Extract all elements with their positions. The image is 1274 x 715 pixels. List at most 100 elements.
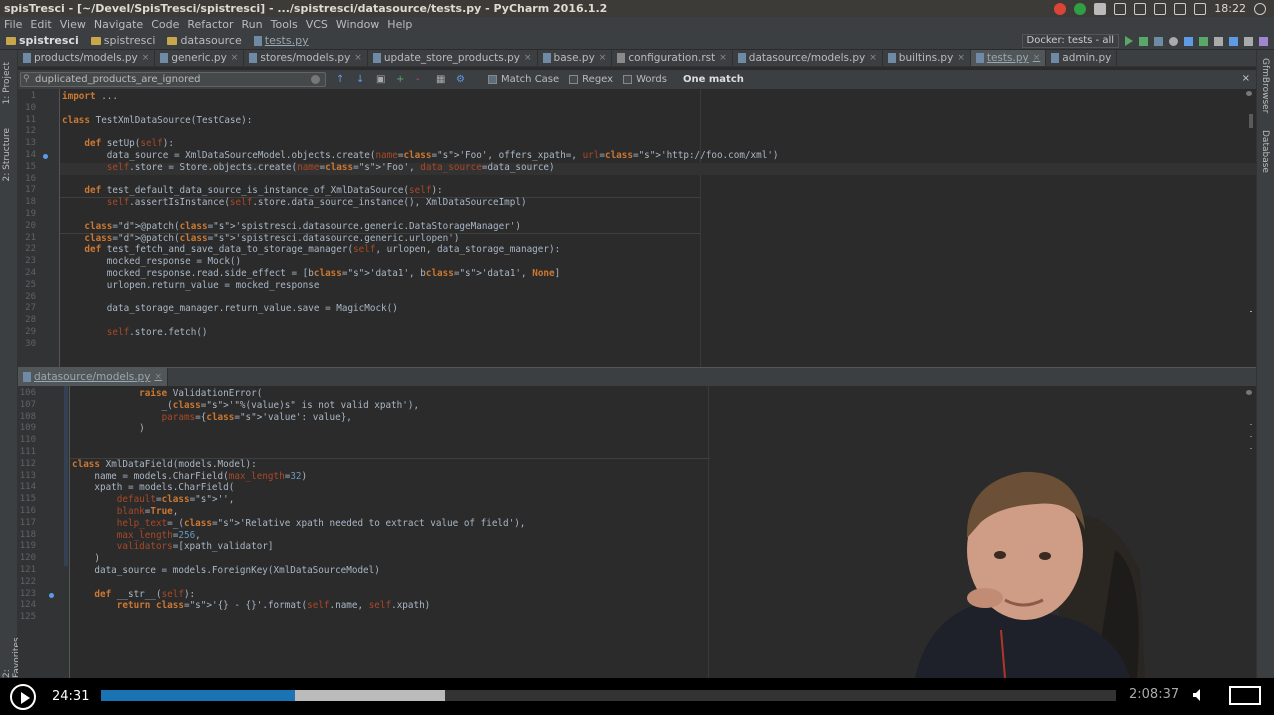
match-case-checkbox[interactable]: Match Case (488, 74, 559, 85)
breadcrumb-project[interactable]: spistresci (0, 34, 85, 47)
volume-icon[interactable] (1194, 2, 1207, 15)
menu-view[interactable]: View (56, 17, 90, 32)
tab-builtins[interactable]: builtins.py × (883, 50, 971, 66)
breadcrumb-folder[interactable]: datasource (161, 34, 247, 47)
code-line[interactable]: def test_default_data_source_is_instance… (62, 185, 442, 197)
menu-vcs[interactable]: VCS (302, 17, 332, 32)
fullscreen-button[interactable] (1229, 686, 1261, 705)
code-line[interactable]: self.store.fetch() (62, 327, 208, 339)
tab-configuration[interactable]: configuration.rst × (612, 50, 733, 66)
hangouts-icon[interactable] (1074, 2, 1087, 15)
menu-refactor[interactable]: Refactor (183, 17, 237, 32)
clock[interactable]: 18:22 (1214, 0, 1246, 17)
close-icon[interactable]: × (599, 53, 607, 63)
code-line[interactable]: name = models.CharField(max_length=32) (72, 471, 307, 483)
close-icon[interactable]: × (154, 372, 162, 382)
vcs-update-icon[interactable] (1184, 36, 1193, 46)
code-line[interactable]: class XmlDataField(models.Model): (72, 459, 257, 471)
code-line[interactable]: help_text=_(class="s">'Relative xpath ne… (72, 518, 526, 530)
project-structure-icon[interactable] (1244, 36, 1253, 46)
bluetooth-icon[interactable] (1134, 2, 1147, 15)
next-occurrence-icon[interactable]: ↓ (356, 74, 366, 85)
coverage-icon[interactable] (1154, 36, 1163, 46)
code-line[interactable]: default=class="s">'', (72, 494, 235, 506)
settings-icon[interactable] (1229, 36, 1238, 46)
select-all-occurrences-icon[interactable]: ▦ (436, 74, 446, 85)
code-line[interactable]: class="d">@patch(class="s">'spistresci.d… (62, 221, 521, 233)
code-line[interactable]: def test_fetch_and_save_data_to_storage_… (62, 244, 560, 256)
code-line[interactable]: raise ValidationError( (72, 388, 262, 400)
database-tool-button[interactable]: Database (1260, 130, 1270, 173)
previous-occurrence-icon[interactable]: ↑ (336, 74, 346, 85)
tab-split-datasource-models[interactable]: datasource/models.py × (18, 368, 168, 386)
code-line[interactable]: mocked_response.read.side_effect = [bcla… (62, 268, 560, 280)
find-all-icon[interactable]: ▣ (376, 74, 386, 85)
code-line[interactable]: xpath = models.CharField( (72, 482, 234, 494)
code-line[interactable]: def setUp(self): (62, 138, 174, 150)
breadcrumb-package[interactable]: spistresci (85, 34, 162, 47)
code-line[interactable]: ) (72, 553, 100, 565)
error-stripe-mark[interactable] (1250, 448, 1252, 449)
network-icon[interactable] (1114, 2, 1127, 15)
code-line[interactable]: ) (72, 423, 145, 435)
inspection-eye-icon[interactable] (1246, 91, 1252, 96)
mail-icon[interactable] (1154, 2, 1167, 15)
close-icon[interactable]: × (231, 53, 239, 63)
battery-icon[interactable] (1174, 2, 1187, 15)
chrome-icon[interactable] (1054, 2, 1067, 15)
code-line[interactable]: max_length=256, (72, 530, 201, 542)
close-icon[interactable]: × (354, 53, 362, 63)
menu-tools[interactable]: Tools (267, 17, 302, 32)
run-config-select[interactable]: Docker: tests - all (1021, 34, 1119, 48)
remove-occurrence-icon[interactable]: - (416, 74, 426, 85)
pycharm-icon[interactable] (1094, 2, 1107, 15)
tab-generic[interactable]: generic.py × (155, 50, 245, 66)
close-icon[interactable]: × (869, 53, 877, 63)
menu-file[interactable]: File (0, 17, 26, 32)
override-gutter-icon[interactable] (49, 593, 54, 598)
gfm-browser-tool-button[interactable]: GfmBrowser (1260, 58, 1270, 113)
code-line[interactable]: data_storage_manager.return_value.save =… (62, 303, 398, 315)
code-line[interactable]: self.assertIsInstance(self.store.data_so… (62, 197, 527, 209)
close-icon[interactable]: × (1033, 53, 1041, 63)
tab-tests[interactable]: tests.py × (970, 50, 1047, 66)
menu-edit[interactable]: Edit (26, 17, 55, 32)
code-line[interactable]: _(class="s">'"%(value)s" is not valid xp… (72, 400, 420, 412)
clear-search-icon[interactable] (311, 75, 320, 84)
code-line[interactable]: return class="s">'{} - {}'.format(self.n… (72, 600, 431, 612)
code-line[interactable]: def __str__(self): (72, 589, 195, 601)
vcs-history-icon[interactable] (1214, 36, 1223, 46)
override-gutter-icon[interactable] (43, 154, 48, 159)
code-line[interactable]: data_source = models.ForeignKey(XmlDataS… (72, 565, 379, 577)
profile-icon[interactable] (1169, 36, 1178, 46)
tab-products-models[interactable]: products/models.py × (18, 50, 156, 66)
error-stripe-mark[interactable] (1250, 311, 1252, 312)
debug-icon[interactable] (1139, 36, 1148, 46)
power-icon[interactable] (1254, 2, 1266, 15)
close-icon[interactable]: × (142, 53, 150, 63)
close-icon[interactable]: × (719, 53, 727, 63)
play-button[interactable] (10, 683, 36, 710)
tab-admin[interactable]: admin.py (1046, 50, 1118, 66)
filter-settings-icon[interactable]: ⚙ (456, 74, 466, 85)
menu-code[interactable]: Code (147, 17, 183, 32)
code-line[interactable]: data_source = XmlDataSourceModel.objects… (62, 150, 779, 162)
search-icon[interactable]: ⚲ (23, 74, 30, 84)
breadcrumb-file[interactable]: tests.py (248, 34, 315, 47)
progress-track[interactable] (101, 690, 1116, 701)
code-line[interactable]: self.store = Store.objects.create(name=c… (62, 162, 555, 174)
words-checkbox[interactable]: Words (623, 74, 667, 85)
top-scrollbar-thumb[interactable] (1249, 114, 1253, 128)
code-line[interactable]: urlopen.return_value = mocked_response (62, 280, 320, 292)
menu-window[interactable]: Window (332, 17, 383, 32)
regex-checkbox[interactable]: Regex (569, 74, 613, 85)
run-icon[interactable] (1125, 36, 1133, 46)
add-occurrence-icon[interactable]: + (396, 74, 406, 85)
tab-stores-models[interactable]: stores/models.py × (244, 50, 368, 66)
close-icon[interactable]: × (524, 53, 532, 63)
code-line[interactable]: import ... (62, 91, 118, 103)
volume-icon[interactable] (1192, 688, 1206, 702)
error-stripe-mark[interactable] (1250, 424, 1252, 425)
menu-help[interactable]: Help (383, 17, 416, 32)
tab-update-store-products[interactable]: update_store_products.py × (368, 50, 538, 66)
